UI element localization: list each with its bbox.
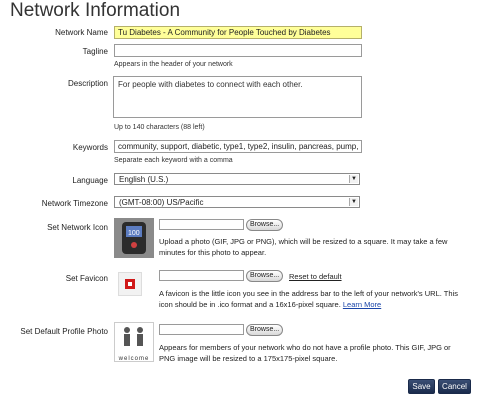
svg-text:100: 100 [128, 230, 140, 237]
favicon-file-input[interactable] [159, 270, 244, 281]
keywords-hint: Separate each keyword with a comma [114, 157, 233, 164]
profile-photo-description-line1: Appears for members of your network who … [159, 343, 451, 352]
description-label: Description [67, 79, 108, 88]
network-icon-description-line2: minutes for this photo to appear. [159, 248, 267, 257]
network-icon-thumbnail: 100 [114, 218, 154, 258]
save-button[interactable]: Save [408, 379, 435, 394]
keywords-input[interactable] [114, 140, 362, 153]
profile-photo-label: Set Default Profile Photo [20, 327, 108, 336]
favicon-description-line1: A favicon is the little icon you see in … [159, 289, 458, 298]
favicon-label: Set Favicon [65, 274, 108, 283]
description-textarea[interactable]: For people with diabetes to connect with… [113, 76, 362, 118]
learn-more-link[interactable]: Learn More [343, 300, 381, 309]
network-name-label: Network Name [55, 28, 108, 37]
profile-photo-description-line2: PNG image will be resized to a 175x175-p… [159, 354, 338, 363]
cancel-button[interactable]: Cancel [438, 379, 471, 394]
page-title: Network Information [10, 0, 181, 21]
language-label: Language [72, 176, 108, 185]
favicon-description-line2: icon should be in .ico format and a 16x1… [159, 299, 381, 310]
description-hint: Up to 140 characters (88 left) [114, 124, 205, 131]
welcome-figures-icon [124, 327, 143, 346]
welcome-text: welcome [118, 356, 150, 362]
network-icon-file-input[interactable] [159, 219, 244, 230]
profile-photo-file-input[interactable] [159, 324, 244, 335]
network-icon-browse-button[interactable]: Browse... [246, 219, 284, 231]
profile-photo-browse-button[interactable]: Browse... [246, 324, 284, 336]
glucose-meter-icon: 100 [114, 218, 154, 258]
network-icon-label: Set Network Icon [47, 223, 108, 232]
dropdown-arrow-icon: ▼ [349, 198, 358, 206]
keywords-label: Keywords [72, 143, 108, 152]
favicon-thumbnail [118, 272, 142, 296]
favicon-icon [125, 279, 135, 289]
tagline-input[interactable] [114, 44, 362, 57]
timezone-select[interactable]: (GMT-08:00) US/Pacific ▼ [114, 196, 360, 208]
language-value: English (U.S.) [119, 175, 169, 184]
network-name-input[interactable] [114, 26, 362, 39]
favicon-description-text: icon should be in .ico format and a 16x1… [159, 300, 341, 309]
language-select[interactable]: English (U.S.) ▼ [114, 173, 360, 185]
favicon-reset-link[interactable]: Reset to default [289, 271, 342, 282]
profile-photo-thumbnail: welcome [114, 322, 154, 362]
timezone-label: Network Timezone [41, 199, 108, 208]
tagline-label: Tagline [82, 47, 108, 56]
favicon-browse-button[interactable]: Browse... [246, 270, 284, 282]
network-icon-description-line1: Upload a photo (GIF, JPG or PNG), which … [159, 237, 448, 246]
timezone-value: (GMT-08:00) US/Pacific [119, 198, 204, 207]
dropdown-arrow-icon: ▼ [349, 175, 358, 183]
tagline-hint: Appears in the header of your network [114, 61, 233, 68]
